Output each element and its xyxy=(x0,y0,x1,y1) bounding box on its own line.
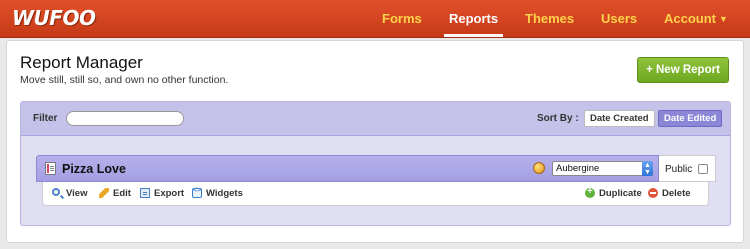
public-label: Public xyxy=(665,164,693,175)
report-actions-bar: View Edit Export Widgets Duplicate Delet… xyxy=(42,182,709,206)
sort-by-label: Sort By : xyxy=(537,113,579,124)
magnifier-icon xyxy=(52,188,60,196)
theme-select[interactable]: Aubergine ▲ ▼ xyxy=(552,161,653,176)
export-label: Export xyxy=(154,188,185,199)
top-nav-bar: WUFOO Forms Reports Themes Users Account… xyxy=(0,0,750,38)
duplicate-label: Duplicate xyxy=(599,188,642,199)
add-circle-icon xyxy=(585,186,595,198)
filter-bar: Filter Sort By : Date Created Date Edite… xyxy=(21,102,730,136)
wufoo-logo[interactable]: WUFOO xyxy=(12,6,96,30)
filter-label: Filter xyxy=(33,113,58,124)
palette-icon xyxy=(533,162,545,174)
nav-account-label: Account xyxy=(664,11,716,26)
nav-forms[interactable]: Forms xyxy=(382,0,422,38)
delete-label: Delete xyxy=(662,188,691,199)
nav-users[interactable]: Users xyxy=(601,0,637,38)
report-name[interactable]: Pizza Love xyxy=(62,162,126,176)
sort-date-edited-button[interactable]: Date Edited xyxy=(658,110,723,127)
export-sheet-icon xyxy=(140,188,150,198)
report-document-icon xyxy=(45,162,56,175)
edit-label: Edit xyxy=(113,188,131,199)
filter-input[interactable] xyxy=(66,111,184,126)
caret-down-icon: ▼ xyxy=(719,14,728,24)
page-title: Report Manager xyxy=(20,53,143,72)
sort-date-created-button[interactable]: Date Created xyxy=(584,110,655,127)
remove-circle-icon xyxy=(648,188,658,198)
nav-account[interactable]: Account ▼ xyxy=(664,0,728,38)
page-subtitle: Move still, still so, and own no other f… xyxy=(20,74,229,86)
view-label: View xyxy=(66,188,88,199)
widget-code-icon xyxy=(192,187,202,198)
nav-reports[interactable]: Reports xyxy=(443,0,504,38)
report-header: Pizza Love Aubergine ▲ ▼ xyxy=(36,155,659,182)
widgets-label: Widgets xyxy=(206,188,243,199)
pencil-icon xyxy=(99,188,109,198)
public-toggle-box: Public xyxy=(659,155,716,182)
report-manager-panel: Report Manager Move still, still so, and… xyxy=(6,40,744,243)
theme-select-value: Aubergine xyxy=(556,163,600,174)
public-checkbox[interactable] xyxy=(698,164,708,174)
new-report-button[interactable]: + New Report xyxy=(637,57,729,83)
nav-themes[interactable]: Themes xyxy=(525,0,574,38)
reports-list-area: Filter Sort By : Date Created Date Edite… xyxy=(20,101,731,226)
select-arrows-icon: ▲ ▼ xyxy=(642,161,653,176)
